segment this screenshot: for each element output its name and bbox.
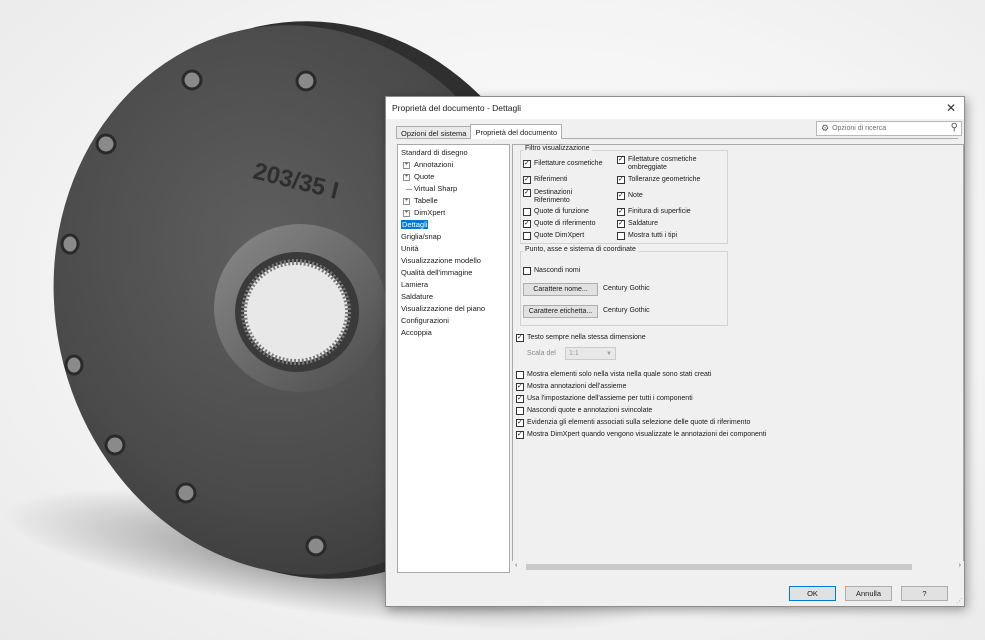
checkbox[interactable]: [523, 267, 531, 275]
tree-item-unita[interactable]: Unità: [398, 243, 509, 255]
tab-strip: Opzioni del sistema Proprietà del docume…: [396, 124, 563, 139]
chevron-left-icon[interactable]: ‹: [515, 562, 517, 569]
checkbox[interactable]: [516, 383, 524, 391]
tree-item-qualita[interactable]: Qualità dell'immagine: [398, 267, 509, 279]
cb-testo-stessa-dimensione[interactable]: Testo sempre nella stessa dimensione: [516, 334, 646, 342]
scale-label: Scala del: [527, 350, 556, 357]
checkbox[interactable]: [516, 334, 524, 342]
label-font-button[interactable]: Carattere etichetta...: [523, 305, 598, 318]
scale-select: 1:1 ▼: [565, 347, 616, 360]
cb-destinazioni-riferimento[interactable]: Destinazioni Riferimento: [523, 189, 572, 205]
horizontal-scrollbar[interactable]: ‹ ›: [512, 561, 964, 573]
cb-filettature-cosmetiche[interactable]: Filettature cosmetiche: [523, 160, 602, 168]
cb-mostra-tutti-tipi[interactable]: Mostra tutti i tipi: [617, 232, 677, 240]
tree-item-dettagli[interactable]: Dettagli: [398, 219, 509, 231]
tree-item-quote[interactable]: + Quote: [398, 171, 509, 183]
name-font-value: Century Gothic: [603, 285, 650, 292]
cb-mostra-elementi-vista[interactable]: Mostra elementi solo nella vista nella q…: [516, 371, 711, 379]
cb-finitura-superficie[interactable]: Finitura di superficie: [617, 208, 691, 216]
checkbox[interactable]: [523, 220, 531, 228]
tree-item-dimxpert[interactable]: + DimXpert: [398, 207, 509, 219]
scroll-thumb[interactable]: [526, 564, 912, 570]
checkbox[interactable]: [617, 232, 625, 240]
close-icon: ✕: [945, 101, 957, 115]
expand-icon[interactable]: +: [403, 198, 410, 205]
options-tree: Standard di disegno + Annotazioni + Quote …: [397, 144, 510, 573]
checkbox[interactable]: [523, 160, 531, 168]
cb-nascondi-quote-svincolate[interactable]: Nascondi quote e annotazioni svincolate: [516, 407, 652, 415]
scale-value: 1:1: [569, 350, 579, 357]
checkbox[interactable]: [617, 176, 625, 184]
tree-connector: [406, 189, 412, 190]
checkbox[interactable]: [516, 419, 524, 427]
expand-icon[interactable]: +: [403, 210, 410, 217]
cb-nascondi-nomi[interactable]: Nascondi nomi: [523, 267, 580, 275]
chevron-down-icon: ▼: [606, 350, 612, 357]
checkbox[interactable]: [516, 431, 524, 439]
gear-icon[interactable]: ⚙: [821, 123, 829, 134]
checkbox[interactable]: [617, 208, 625, 216]
search-placeholder: Opzioni di ricerca: [832, 125, 887, 132]
details-panel: Filtro visualizzazione Filettature cosme…: [512, 144, 964, 573]
cancel-button[interactable]: Annulla: [845, 586, 892, 601]
ok-button[interactable]: OK: [789, 586, 836, 601]
tree-item-saldature[interactable]: Saldature: [398, 291, 509, 303]
tree-item-griglia[interactable]: Griglia/snap: [398, 231, 509, 243]
tab-document-properties[interactable]: Proprietà del documento: [470, 124, 563, 139]
cb-mostra-dimxpert[interactable]: Mostra DimXpert quando vengono visualizz…: [516, 431, 766, 439]
checkbox[interactable]: [523, 176, 531, 184]
chevron-right-icon[interactable]: ›: [959, 562, 961, 569]
tree-item-visualizzazione-modello[interactable]: Visualizzazione modello: [398, 255, 509, 267]
checkbox[interactable]: [523, 208, 531, 216]
checkbox[interactable]: [617, 192, 625, 200]
cb-saldature[interactable]: Saldature: [617, 220, 658, 228]
checkbox[interactable]: [523, 189, 531, 197]
cb-quote-di-riferimento[interactable]: Quote di riferimento: [523, 220, 595, 228]
tree-item-lamiera[interactable]: Lamiera: [398, 279, 509, 291]
display-filter-title: Filtro visualizzazione: [523, 145, 592, 152]
cb-quote-dimxpert[interactable]: Quote DimXpert: [523, 232, 584, 240]
label-font-value: Century Gothic: [603, 307, 650, 314]
tree-item-configurazioni[interactable]: Configurazioni: [398, 315, 509, 327]
tree-item-annotazioni[interactable]: + Annotazioni: [398, 159, 509, 171]
expand-icon[interactable]: +: [403, 162, 410, 169]
dialog-title: Proprietà del documento - Dettagli: [392, 103, 521, 113]
cb-quote-di-funzione[interactable]: Quote di funzione: [523, 208, 589, 216]
coord-system-title: Punto, asse e sistema di coordinate: [523, 246, 638, 253]
close-button[interactable]: ✕: [942, 99, 960, 117]
document-properties-dialog: Proprietà del documento - Dettagli ✕ Opz…: [385, 96, 965, 607]
dialog-titlebar[interactable]: Proprietà del documento - Dettagli ✕: [386, 97, 964, 119]
cb-evidenzia-elementi[interactable]: Evidenzia gli elementi associati sulla s…: [516, 419, 750, 427]
checkbox[interactable]: [516, 395, 524, 403]
tree-item-standard[interactable]: Standard di disegno: [398, 147, 509, 159]
search-icon[interactable]: ⚲: [951, 122, 958, 133]
cb-riferimenti[interactable]: Riferimenti: [523, 176, 567, 184]
checkbox[interactable]: [523, 232, 531, 240]
name-font-button[interactable]: Carattere nome...: [523, 283, 598, 296]
checkbox[interactable]: [617, 220, 625, 228]
resize-grip-icon[interactable]: ⋰: [956, 597, 963, 605]
expand-icon[interactable]: +: [403, 174, 410, 181]
search-options-input[interactable]: ⚙ Opzioni di ricerca ⚲: [816, 121, 962, 136]
tree-item-accoppia[interactable]: Accoppia: [398, 327, 509, 339]
cb-filettature-ombreggiate[interactable]: Filettature cosmetiche ombreggiate: [617, 156, 696, 172]
tree-item-tabelle[interactable]: + Tabelle: [398, 195, 509, 207]
cb-usa-impostazione-assieme[interactable]: Usa l'impostazione dell'assieme per tutt…: [516, 395, 693, 403]
checkbox[interactable]: [617, 156, 625, 164]
tree-item-visualizzazione-piano[interactable]: Visualizzazione del piano: [398, 303, 509, 315]
checkbox[interactable]: [516, 371, 524, 379]
tree-item-virtual-sharp[interactable]: Virtual Sharp: [398, 183, 509, 195]
checkbox[interactable]: [516, 407, 524, 415]
cb-note[interactable]: Note: [617, 192, 643, 200]
cb-tolleranze-geometriche[interactable]: Tolleranze geometriche: [617, 176, 700, 184]
help-button[interactable]: ?: [901, 586, 948, 601]
cb-mostra-annotazioni-assieme[interactable]: Mostra annotazioni dell'assieme: [516, 383, 626, 391]
